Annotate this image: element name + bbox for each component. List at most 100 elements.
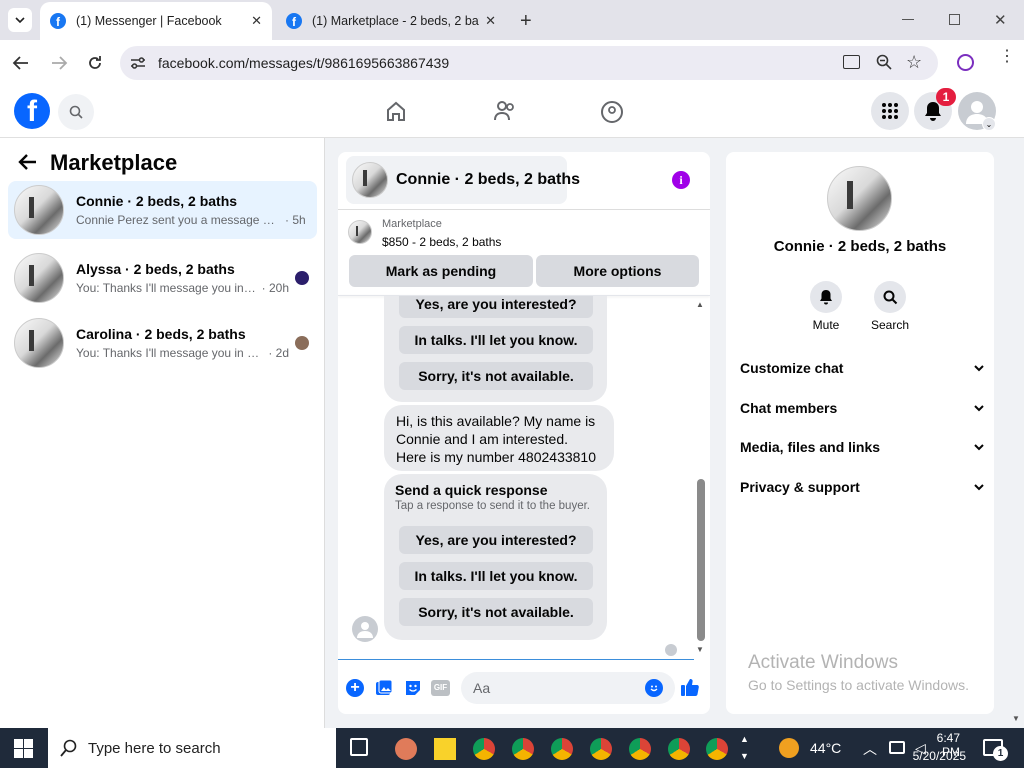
facebook-search-button[interactable]	[58, 94, 94, 130]
quick-response-button[interactable]: Sorry, it's not available.	[399, 362, 593, 390]
arrow-left-icon	[18, 154, 36, 170]
forward-button[interactable]	[50, 54, 68, 72]
scroll-up-arrow[interactable]: ▲	[696, 300, 704, 309]
listing-thumbnail	[14, 253, 64, 303]
thumbs-up-icon	[681, 679, 699, 696]
section-label: Customize chat	[740, 360, 844, 376]
taskbar-search-box[interactable]: Type here to search	[48, 728, 336, 768]
tab-marketplace[interactable]: f (1) Marketplace - 2 beds, 2 baths ✕	[276, 2, 506, 40]
quick-response-button[interactable]: Yes, are you interested?	[399, 296, 593, 318]
chrome-profile-4-icon[interactable]	[590, 738, 612, 760]
nav-home[interactable]	[385, 100, 407, 122]
page-scroll-down-arrow[interactable]: ▼	[1012, 714, 1020, 723]
tab-messenger[interactable]: f (1) Messenger | Facebook ✕	[40, 2, 272, 40]
listing-photo[interactable]	[827, 166, 892, 231]
gif-button[interactable]: GIF	[431, 680, 450, 696]
quick-response-button[interactable]: Yes, are you interested?	[399, 526, 593, 554]
search-icon	[69, 105, 83, 119]
account-chevron-icon[interactable]: ⌄	[982, 117, 996, 131]
address-bar[interactable]: facebook.com/messages/t/9861695663867439	[120, 46, 938, 80]
reload-button[interactable]	[86, 54, 104, 72]
message-input[interactable]: Aa	[461, 672, 675, 704]
sticky-notes-icon[interactable]	[434, 738, 456, 760]
chat-header[interactable]: Connie · 2 beds, 2 baths	[346, 156, 580, 204]
profile-icon[interactable]	[957, 54, 974, 71]
conversation-list-pane: Marketplace Connie · 2 beds, 2 baths Con…	[0, 138, 325, 728]
friends-icon	[494, 101, 514, 121]
attach-photo-button[interactable]	[375, 679, 393, 697]
conversation-item[interactable]: Alyssa · 2 beds, 2 baths You: Thanks I'l…	[8, 249, 317, 307]
temperature[interactable]: 44°C	[810, 740, 841, 756]
section-media-files-links[interactable]: Media, files and links	[740, 435, 984, 459]
emoji-button[interactable]	[645, 679, 663, 697]
show-hidden-icons-chevron[interactable]: ︿	[863, 739, 877, 759]
back-button[interactable]	[12, 54, 30, 72]
section-privacy-support[interactable]: Privacy & support	[740, 475, 984, 499]
mute-button[interactable]	[810, 281, 842, 313]
browser-menu-icon[interactable]: ⋮	[999, 49, 1015, 65]
divider	[338, 209, 710, 210]
chrome-profile-5-icon[interactable]	[629, 738, 651, 760]
install-app-icon[interactable]	[843, 55, 860, 69]
task-view-icon[interactable]	[350, 738, 368, 756]
arrow-right-icon	[52, 56, 68, 70]
start-button[interactable]	[14, 739, 33, 758]
listing-title[interactable]: $850 - 2 beds, 2 baths	[382, 235, 501, 249]
conversation-name: Connie · 2 beds, 2 baths	[76, 193, 238, 209]
chrome-profile-1-icon[interactable]	[473, 738, 495, 760]
conversation-name: Alyssa · 2 beds, 2 baths	[76, 261, 235, 277]
quick-response-button[interactable]: In talks. I'll let you know.	[399, 562, 593, 590]
facebook-logo[interactable]: f	[14, 93, 50, 129]
zoom-icon[interactable]	[876, 54, 892, 70]
quick-response-button[interactable]: Sorry, it's not available.	[399, 598, 593, 626]
section-label: Privacy & support	[740, 479, 860, 495]
close-window-button[interactable]: ✕	[994, 11, 1007, 29]
close-tab-icon[interactable]: ✕	[485, 13, 496, 29]
message-input-placeholder: Aa	[473, 680, 491, 696]
chevron-down-icon	[974, 484, 984, 491]
read-receipt-avatar	[665, 644, 677, 656]
seen-avatar	[295, 271, 309, 285]
menu-button[interactable]	[871, 92, 909, 130]
chrome-profile-3-icon[interactable]	[551, 738, 573, 760]
nav-groups[interactable]	[600, 100, 624, 124]
conversation-item[interactable]: Carolina · 2 beds, 2 baths You: Thanks I…	[8, 314, 317, 372]
scroll-down-arrow[interactable]: ▼	[696, 645, 704, 654]
quick-response-title: Send a quick response	[395, 482, 548, 498]
clock-date[interactable]: 5/20/2025	[906, 749, 966, 763]
bookmark-star-icon[interactable]: ☆	[906, 52, 922, 73]
scrollbar-thumb[interactable]	[697, 479, 705, 641]
chrome-profile-7-icon[interactable]	[706, 738, 728, 760]
paint-app-icon[interactable]	[395, 738, 417, 760]
chrome-profile-6-icon[interactable]	[668, 738, 690, 760]
tab-search-button[interactable]	[8, 8, 32, 32]
section-label: Chat members	[740, 400, 838, 416]
sticker-button[interactable]	[404, 679, 422, 697]
search-conversation-button[interactable]	[874, 281, 906, 313]
new-tab-button[interactable]: +	[520, 10, 532, 33]
more-actions-button[interactable]: +	[346, 679, 364, 697]
section-customize-chat[interactable]: Customize chat	[740, 356, 984, 380]
page-title: Marketplace	[50, 150, 178, 175]
conversation-item[interactable]: Connie · 2 beds, 2 baths Connie Perez se…	[8, 181, 317, 239]
restore-button[interactable]	[949, 14, 960, 25]
quick-response-bubble-previous: Yes, are you interested? In talks. I'll …	[384, 296, 607, 402]
back-arrow-button[interactable]	[18, 152, 38, 172]
chrome-profile-2-icon[interactable]	[512, 738, 534, 760]
close-tab-icon[interactable]: ✕	[251, 13, 262, 29]
site-info-icon[interactable]	[130, 56, 146, 70]
facebook-favicon-icon: f	[286, 13, 302, 29]
taskbar-scroll-control[interactable]: ▲ ▼	[740, 731, 749, 765]
conversation-name: Carolina · 2 beds, 2 baths	[76, 326, 246, 342]
more-options-button[interactable]: More options	[536, 255, 699, 287]
quick-response-button[interactable]: In talks. I'll let you know.	[399, 326, 593, 354]
like-button[interactable]	[680, 677, 700, 697]
mark-pending-button[interactable]: Mark as pending	[349, 255, 533, 287]
section-chat-members[interactable]: Chat members	[740, 396, 984, 420]
seen-avatar	[295, 336, 309, 350]
network-icon[interactable]	[889, 741, 905, 754]
minimize-button[interactable]	[902, 19, 914, 20]
nav-friends[interactable]	[493, 100, 517, 122]
weather-icon[interactable]	[779, 738, 799, 758]
chat-info-button[interactable]: i	[672, 171, 690, 189]
